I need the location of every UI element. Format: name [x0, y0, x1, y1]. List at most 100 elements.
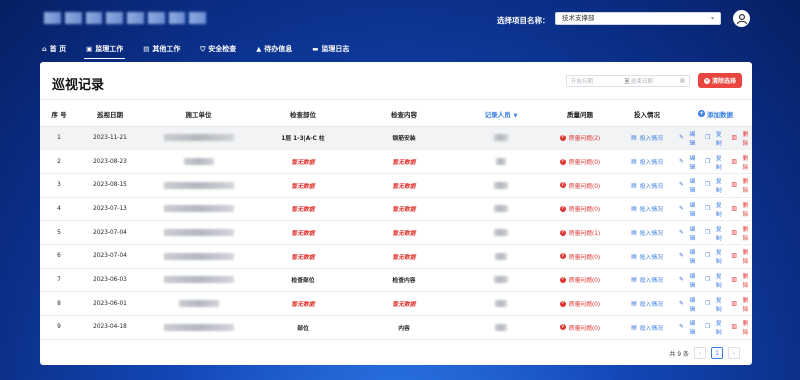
question-icon: ?	[559, 300, 566, 307]
delete-button[interactable]: ▥ 删 除	[731, 176, 752, 194]
quality-link[interactable]: ? 质量问题(0)	[559, 252, 600, 261]
nav-item-todo[interactable]: ▲ 待办信息	[254, 42, 294, 56]
copy-icon: ❐	[705, 134, 711, 141]
cell-recorder	[457, 291, 545, 316]
delete-button[interactable]: ▥ 删 除	[731, 153, 752, 171]
edit-button[interactable]: ✎ 编 辑	[679, 200, 699, 218]
edit-button[interactable]: ✎ 编 辑	[679, 224, 699, 242]
cell-invest: ▤ 投入情况	[615, 173, 679, 198]
delete-label: 删 除	[742, 155, 749, 171]
quality-link[interactable]: ? 质量问题(2)	[559, 133, 600, 142]
nav-item-other-work[interactable]: ▤ 其他工作	[141, 42, 182, 56]
cell-recorder	[457, 315, 545, 340]
redacted-unit	[163, 252, 234, 260]
edit-button[interactable]: ✎ 编 辑	[679, 176, 699, 194]
delete-button[interactable]: ▥ 删 除	[731, 271, 752, 289]
project-select[interactable]: 技术支撑部 ▾	[555, 12, 721, 25]
cell-ops: ✎ 编 辑 ❐ 复 制 ▥ 删 除	[679, 197, 752, 222]
nav-label: 安全检查	[208, 45, 237, 53]
edit-label: 编 辑	[689, 155, 696, 171]
redacted-recorder	[494, 134, 508, 142]
cell-ops: ✎ 编 辑 ❐ 复 制 ▥ 删 除	[679, 220, 752, 245]
invest-link[interactable]: ▤ 投入情况	[631, 299, 663, 308]
edit-button[interactable]: ✎ 编 辑	[679, 247, 699, 265]
nav-item-safety-check[interactable]: ⛉ 安全检查	[198, 42, 238, 56]
invest-link[interactable]: ▤ 投入情况	[631, 252, 663, 261]
quality-link[interactable]: ? 质量问题(0)	[559, 157, 600, 166]
edit-icon: ✎	[679, 158, 684, 165]
clear-selection-button[interactable]: ✕ 清除选择	[698, 73, 742, 88]
invest-link[interactable]: ▤ 投入情况	[631, 181, 663, 190]
edit-icon: ✎	[679, 134, 684, 141]
sort-down-icon[interactable]: ▼	[514, 113, 518, 119]
col-header-quality: 质量问题	[545, 102, 615, 127]
start-date-input[interactable]: 开始日期	[571, 77, 623, 85]
edit-icon: ✎	[679, 276, 684, 283]
copy-button[interactable]: ❐ 复 制	[705, 318, 725, 336]
edit-button[interactable]: ✎ 编 辑	[679, 129, 699, 147]
quality-link[interactable]: ? 质量问题(0)	[559, 204, 601, 214]
copy-icon: ❐	[705, 253, 711, 260]
document-icon: ▤	[631, 134, 637, 142]
end-date-input[interactable]: 结束日期	[631, 77, 680, 85]
invest-link[interactable]: ▤ 投入情况	[631, 275, 663, 284]
edit-icon: ✎	[679, 205, 684, 212]
copy-button[interactable]: ❐ 复 制	[705, 271, 725, 289]
copy-button[interactable]: ❐ 复 制	[705, 295, 725, 313]
cell-content: 钢筋安装	[351, 126, 457, 151]
add-data-button[interactable]: + 添加数据	[698, 109, 733, 119]
trash-icon: ▥	[731, 158, 737, 165]
copy-button[interactable]: ❐ 复 制	[705, 247, 725, 265]
nav-item-supervision-work[interactable]: ▣ 监理工作	[84, 42, 126, 59]
main-panel: 巡视记录 开始日期 至 结束日期 ▦ ✕ 清除选择 序 号 巡视日期 施工单位 …	[40, 62, 752, 365]
quality-link[interactable]: ? 质量问题(0)	[559, 181, 600, 190]
invest-link[interactable]: ▤ 投入情况	[631, 323, 663, 332]
cell-invest: ▤ 投入情况	[615, 197, 679, 222]
copy-button[interactable]: ❐ 复 制	[705, 200, 725, 218]
cell-date: 2023-07-04	[78, 220, 142, 245]
invest-link[interactable]: ▤ 投入情况	[631, 228, 663, 237]
prev-page-button[interactable]: ‹	[694, 347, 706, 359]
edit-button[interactable]: ✎ 编 辑	[679, 153, 699, 171]
nav-item-home[interactable]: ⌂ 首 页	[40, 42, 68, 56]
nav-item-log[interactable]: ▬ 监理日志	[310, 42, 351, 56]
invest-link[interactable]: ▤ 投入情况	[631, 204, 663, 213]
delete-button[interactable]: ▥ 删 除	[731, 247, 752, 265]
delete-button[interactable]: ▥ 删 除	[731, 318, 752, 336]
invest-link[interactable]: ▤ 投入情况	[631, 157, 663, 166]
delete-label: 删 除	[742, 179, 749, 195]
edit-button[interactable]: ✎ 编 辑	[679, 295, 699, 313]
quality-label: 质量问题(0)	[568, 207, 601, 214]
cell-quality: ? 质量问题(0)	[545, 244, 615, 269]
delete-button[interactable]: ▥ 删 除	[731, 200, 752, 218]
copy-button[interactable]: ❐ 复 制	[705, 224, 725, 242]
next-page-button[interactable]: ›	[728, 347, 740, 359]
edit-button[interactable]: ✎ 编 辑	[679, 318, 699, 336]
copy-button[interactable]: ❐ 复 制	[705, 176, 725, 194]
invest-link[interactable]: ▤ 投入情况	[631, 133, 663, 142]
delete-button[interactable]: ▥ 删 除	[731, 224, 752, 242]
quality-link[interactable]: ? 质量问题(1)	[559, 228, 600, 237]
edit-button[interactable]: ✎ 编 辑	[679, 271, 699, 289]
avatar[interactable]	[733, 10, 750, 27]
table-row: 6 2023-07-04 暂无数据 暂无数据? 质量问题(0) ▤ 投入情况 ✎ 编 辑 ❐ 复 制…	[40, 244, 752, 269]
page-button-current[interactable]: 1	[711, 347, 723, 359]
copy-button[interactable]: ❐ 复 制	[705, 153, 725, 171]
invest-label: 投入情况	[639, 231, 663, 238]
table-row: 1 2023-11-21 1层 1-3|A-C 柱钢筋安装? 质量问题(2) ▤ 投入情况…	[40, 126, 752, 151]
date-separator: 至	[624, 79, 630, 85]
quality-link[interactable]: ? 质量问题(0)	[559, 299, 600, 308]
add-data-label: 添加数据	[707, 110, 733, 119]
delete-button[interactable]: ▥ 删 除	[731, 129, 752, 147]
col-header-recorder[interactable]: 记录人员 ▼	[457, 102, 545, 127]
col-header-unit: 施工单位	[142, 102, 255, 127]
quality-link[interactable]: ? 质量问题(0)	[559, 275, 600, 284]
quality-link[interactable]: ? 质量问题(0)	[559, 323, 600, 332]
date-range-picker[interactable]: 开始日期 至 结束日期 ▦	[566, 75, 690, 87]
document-icon: ▤	[631, 205, 637, 213]
question-icon: ?	[559, 253, 566, 260]
divider	[40, 99, 752, 100]
copy-button[interactable]: ❐ 复 制	[705, 129, 725, 147]
delete-button[interactable]: ▥ 删 除	[731, 295, 752, 313]
cell-ops: ✎ 编 辑 ❐ 复 制 ▥ 删 除	[679, 315, 752, 340]
